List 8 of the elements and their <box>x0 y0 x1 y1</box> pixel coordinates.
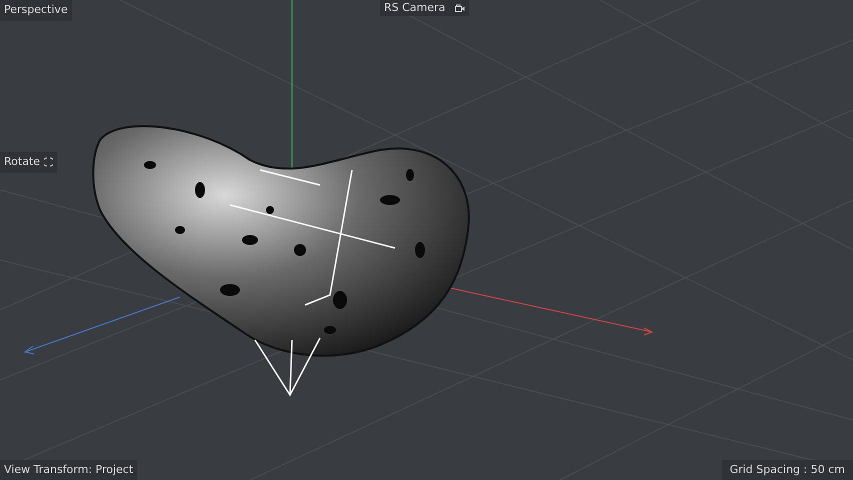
camera-label: RS Camera <box>384 0 446 16</box>
projection-label[interactable]: Perspective <box>0 0 72 20</box>
mode-label: Rotate <box>4 154 40 170</box>
grid-spacing-label: Grid Spacing : 50 cm <box>722 460 853 480</box>
view-transform-label: View Transform: Project <box>0 460 138 480</box>
rotate-icon <box>44 157 54 168</box>
camera-menu[interactable]: RS Camera <box>380 0 469 16</box>
camera-icon <box>455 4 465 12</box>
